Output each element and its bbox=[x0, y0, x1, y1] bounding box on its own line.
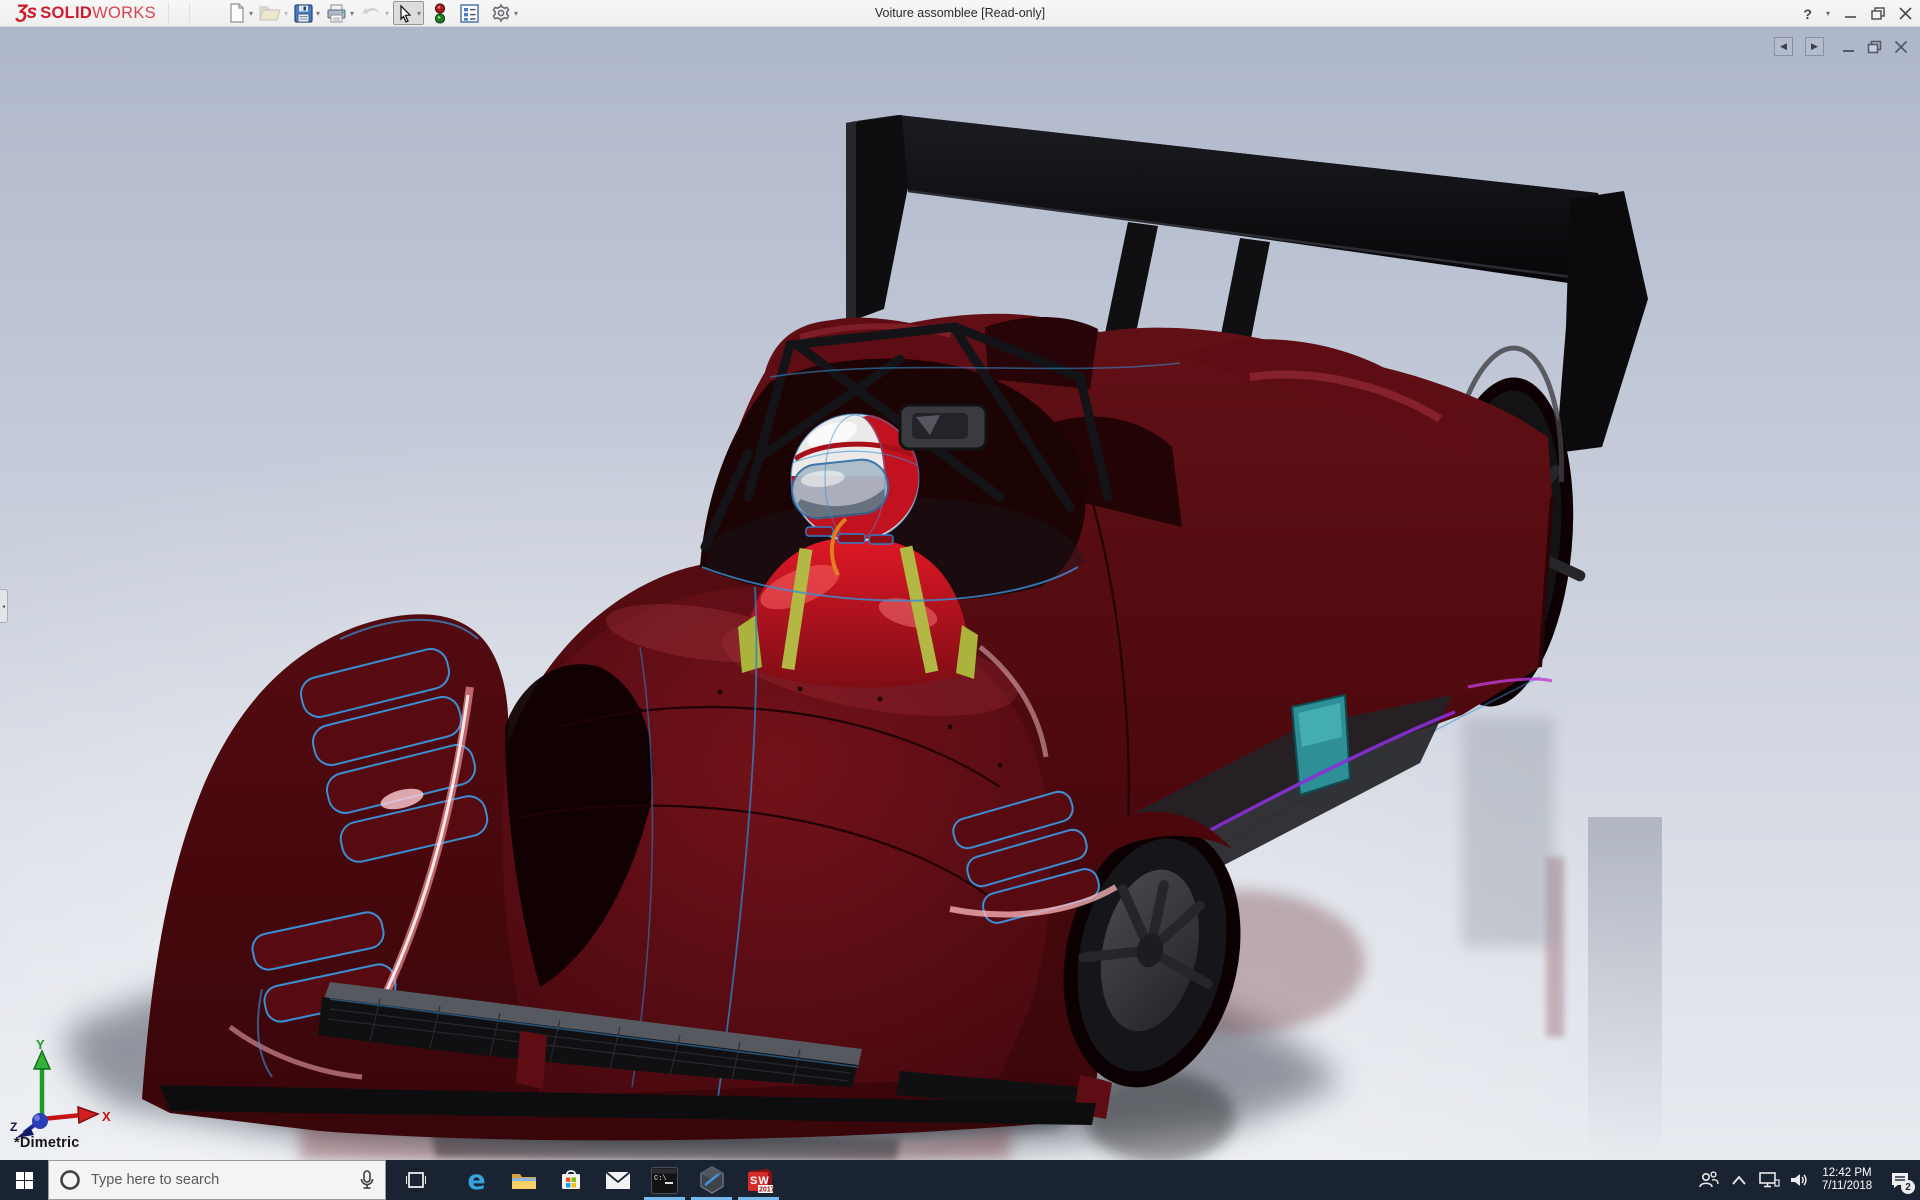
doc-prev-button[interactable]: ◀ bbox=[1774, 37, 1793, 56]
solidworks-2017-icon: SW 2017 bbox=[744, 1165, 774, 1195]
rebuild-button[interactable] bbox=[432, 1, 448, 25]
standard-toolbar: ▾ ▾ ▾ ▾ ▾ ▾ ▾ bbox=[226, 1, 520, 25]
doc-minimize-button[interactable] bbox=[1842, 40, 1855, 54]
network-button[interactable] bbox=[1754, 1160, 1784, 1200]
cad-viewer-icon bbox=[698, 1166, 726, 1194]
open-button[interactable]: ▾ bbox=[257, 1, 290, 25]
new-document-button[interactable]: ▾ bbox=[226, 1, 255, 25]
action-center-button[interactable]: 2 bbox=[1880, 1160, 1920, 1200]
rearview-mirror bbox=[900, 405, 986, 449]
feature-tree-splitter[interactable]: ◂ bbox=[0, 589, 8, 623]
windows-logo-icon bbox=[16, 1172, 33, 1189]
mail-icon bbox=[605, 1171, 631, 1190]
people-button[interactable] bbox=[1694, 1160, 1724, 1200]
brand-name-bold: SOLID bbox=[40, 4, 92, 23]
taskbar-search[interactable] bbox=[48, 1160, 386, 1200]
ds-logo-icon: Ʒs bbox=[16, 2, 36, 24]
taskbar-store[interactable] bbox=[547, 1160, 594, 1200]
start-button[interactable] bbox=[0, 1160, 48, 1200]
clock-date: 7/11/2018 bbox=[1816, 1180, 1878, 1193]
search-input[interactable] bbox=[91, 1172, 349, 1188]
notification-badge: 2 bbox=[1901, 1180, 1915, 1194]
taskbar-edge[interactable]: e bbox=[453, 1160, 500, 1200]
store-icon bbox=[559, 1168, 583, 1192]
minimize-button[interactable] bbox=[1844, 7, 1857, 20]
select-cursor-icon bbox=[396, 4, 414, 23]
triad-z-label: Z bbox=[10, 1120, 17, 1134]
title-bar: Ʒs SOLID WORKS ▾ ▾ ▾ ▾ ▾ ▾ bbox=[0, 0, 1920, 27]
people-icon bbox=[1698, 1171, 1720, 1189]
volume-button[interactable] bbox=[1784, 1160, 1814, 1200]
svg-text:C:\: C:\ bbox=[654, 1175, 667, 1183]
brand-name-light: WORKS bbox=[92, 4, 156, 23]
window-controls: ? ▾ bbox=[1803, 0, 1912, 27]
close-button[interactable] bbox=[1899, 7, 1912, 20]
triad-y-label: Y bbox=[36, 1037, 45, 1052]
taskbar-cad-viewer[interactable] bbox=[688, 1160, 735, 1200]
file-properties-button[interactable] bbox=[458, 1, 481, 25]
3d-model-canvas[interactable] bbox=[0, 27, 1920, 1160]
edge-icon: e bbox=[467, 1167, 485, 1194]
graphics-viewport[interactable]: ◀ ▶ ◂ *Dimetric Y X Z bbox=[0, 27, 1920, 1160]
printer-icon bbox=[326, 4, 347, 23]
system-tray: 12:42 PM 7/11/2018 2 bbox=[1694, 1160, 1920, 1200]
gear-icon bbox=[491, 3, 511, 23]
restore-button[interactable] bbox=[1871, 7, 1885, 20]
select-tool-button[interactable]: ▾ bbox=[393, 1, 424, 25]
taskbar-mail[interactable] bbox=[594, 1160, 641, 1200]
command-prompt-icon: C:\ bbox=[651, 1167, 678, 1194]
help-caret-icon[interactable]: ▾ bbox=[1826, 9, 1830, 18]
save-button[interactable]: ▾ bbox=[292, 1, 322, 25]
svg-text:2017: 2017 bbox=[759, 1187, 774, 1194]
taskbar-file-explorer[interactable] bbox=[500, 1160, 547, 1200]
tray-expand-button[interactable] bbox=[1724, 1160, 1754, 1200]
clock-time: 12:42 PM bbox=[1816, 1167, 1878, 1180]
file-properties-icon bbox=[460, 4, 479, 23]
save-floppy-icon bbox=[294, 4, 313, 23]
network-icon bbox=[1758, 1171, 1780, 1189]
solidworks-logo: Ʒs SOLID WORKS bbox=[0, 2, 162, 24]
options-button[interactable]: ▾ bbox=[489, 1, 520, 25]
undo-button[interactable]: ▾ bbox=[358, 1, 391, 25]
open-folder-icon bbox=[259, 4, 281, 22]
taskbar-solidworks[interactable]: SW 2017 bbox=[735, 1160, 782, 1200]
chevron-up-icon bbox=[1732, 1176, 1746, 1185]
new-document-icon bbox=[228, 3, 246, 23]
task-view-icon bbox=[406, 1170, 426, 1190]
doc-close-button[interactable] bbox=[1894, 40, 1908, 54]
print-button[interactable]: ▾ bbox=[324, 1, 356, 25]
taskbar-command-prompt[interactable]: C:\ bbox=[641, 1160, 688, 1200]
microphone-icon[interactable] bbox=[359, 1169, 375, 1191]
cortana-icon bbox=[59, 1169, 81, 1191]
task-view-button[interactable] bbox=[392, 1160, 439, 1200]
reference-triad: Y X Z bbox=[8, 1035, 118, 1139]
toolbar-flyout-button[interactable] bbox=[168, 3, 190, 23]
open-app-indicator bbox=[644, 1197, 685, 1200]
triad-x-label: X bbox=[102, 1109, 111, 1124]
open-app-indicator bbox=[738, 1197, 779, 1200]
help-button[interactable]: ? bbox=[1803, 6, 1812, 22]
doc-next-button[interactable]: ▶ bbox=[1805, 37, 1824, 56]
traffic-light-icon bbox=[434, 3, 446, 24]
taskbar-clock[interactable]: 12:42 PM 7/11/2018 bbox=[1814, 1167, 1880, 1193]
speaker-icon bbox=[1789, 1171, 1809, 1189]
file-explorer-icon bbox=[511, 1170, 537, 1191]
document-window-controls: ◀ ▶ bbox=[1774, 37, 1908, 56]
windows-taskbar: e C:\ SW 2017 bbox=[0, 1160, 1920, 1200]
doc-restore-button[interactable] bbox=[1867, 40, 1882, 54]
open-app-indicator bbox=[691, 1197, 732, 1200]
undo-arrow-icon bbox=[360, 4, 382, 22]
